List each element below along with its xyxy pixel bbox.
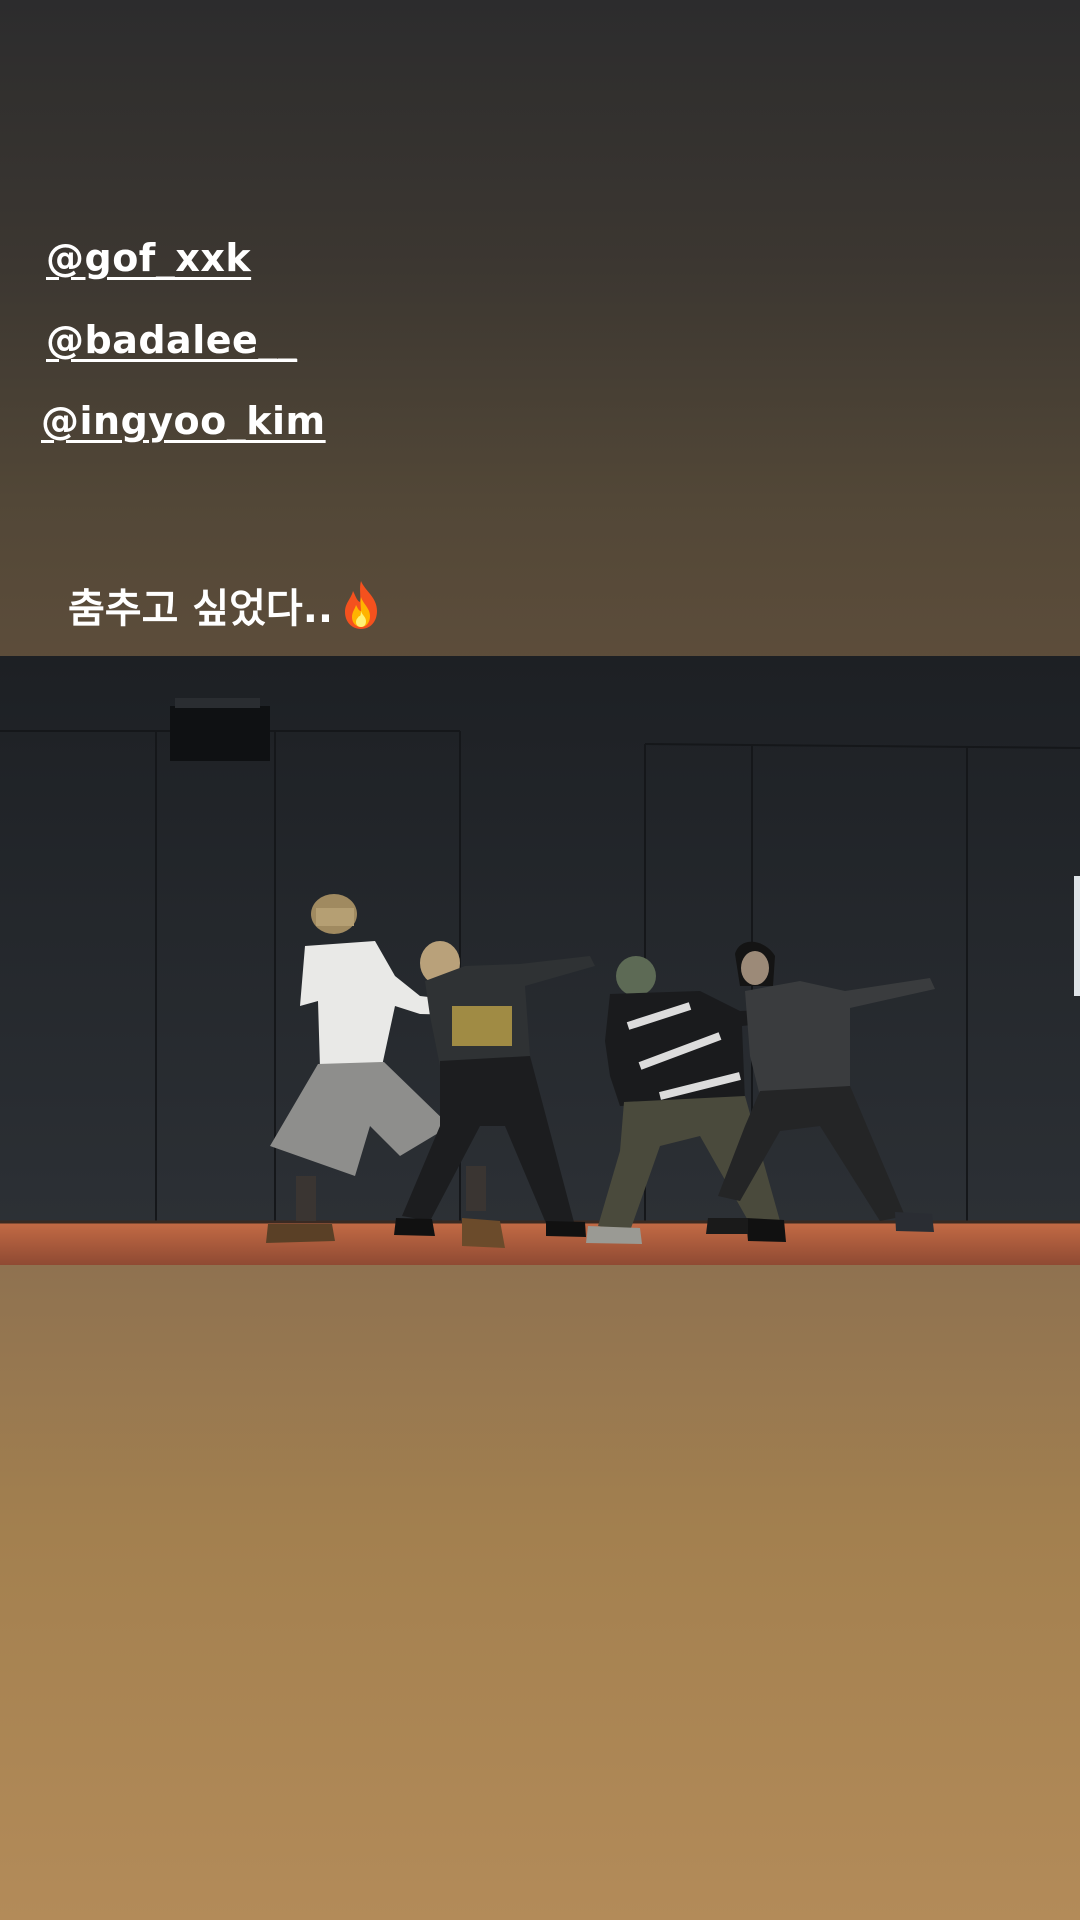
mention-tag-2[interactable]: @badalee__ [46, 318, 297, 362]
fire-icon [345, 581, 378, 629]
video-frame[interactable] [0, 656, 1080, 1265]
caption-text: 춤추고 싶었다.. [68, 586, 334, 632]
story-caption: 춤추고 싶었다.. [68, 576, 383, 634]
speaker-icon [170, 698, 270, 761]
mention-tag-1[interactable]: @gof_xxk [46, 236, 251, 280]
story-canvas: @gof_xxk @badalee__ @ingyoo_kim 춤추고 싶었다.… [0, 0, 1080, 1920]
dance-video-still [0, 656, 1080, 1265]
mention-tag-3[interactable]: @ingyoo_kim [41, 399, 326, 443]
